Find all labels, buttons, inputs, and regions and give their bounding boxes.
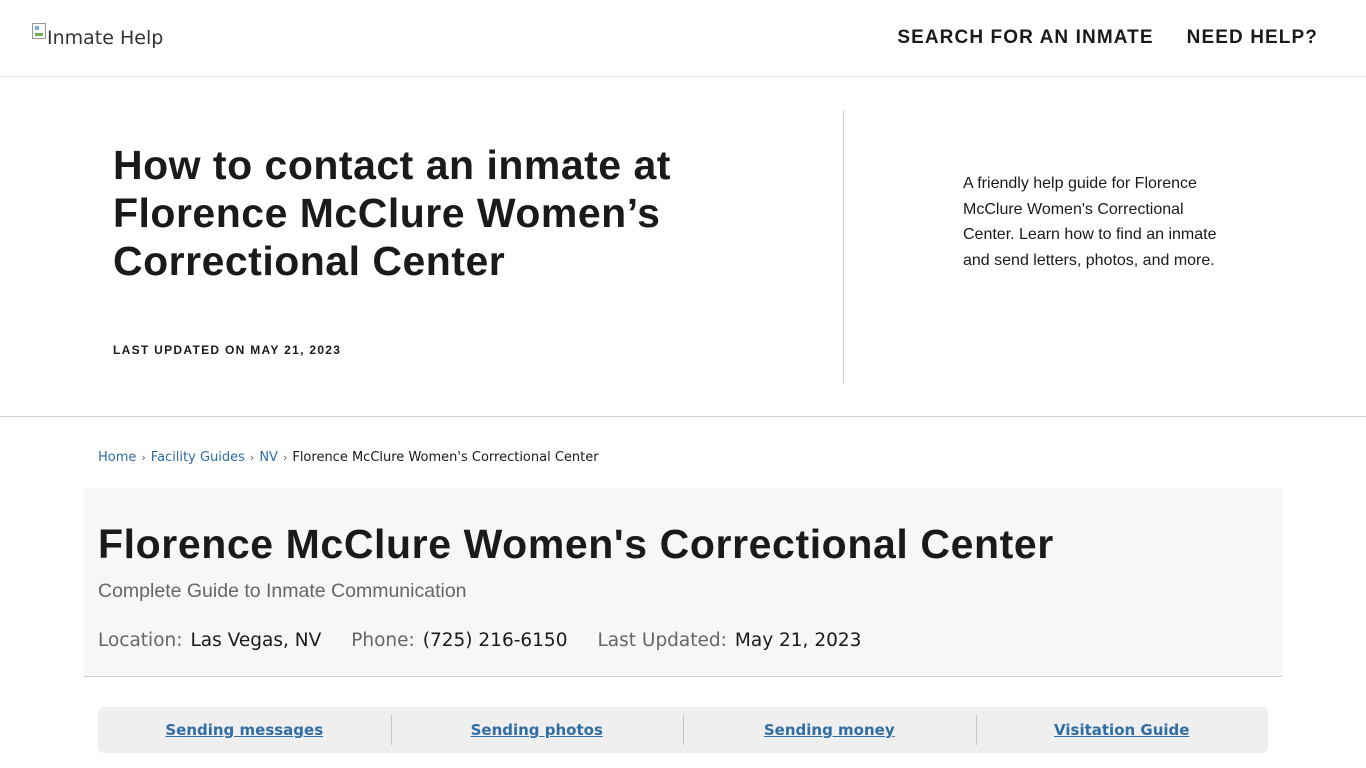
breadcrumb-separator: ›: [282, 451, 288, 464]
updated-label: Last Updated:: [597, 630, 727, 651]
tab-sending-money-link[interactable]: Sending money: [764, 721, 895, 739]
tab-sending-money: Sending money: [683, 707, 976, 753]
breadcrumb-facility-guides[interactable]: Facility Guides: [151, 450, 245, 465]
breadcrumb-nv[interactable]: NV: [259, 450, 278, 465]
facility-panel: Florence McClure Women's Correctional Ce…: [84, 488, 1282, 677]
nav-search-for-an-inmate[interactable]: SEARCH FOR AN INMATE: [897, 27, 1153, 49]
phone-value: (725) 216-6150: [422, 630, 568, 651]
tab-sending-photos-link[interactable]: Sending photos: [471, 721, 603, 739]
breadcrumb-home[interactable]: Home: [98, 450, 136, 465]
last-updated-label: LAST UPDATED ON MAY 21, 2023: [113, 343, 342, 357]
logo-alt-text: Inmate Help: [47, 27, 164, 49]
logo-link[interactable]: Inmate Help: [32, 22, 163, 49]
breadcrumb: Home › Facility Guides › NV › Florence M…: [98, 450, 599, 465]
facility-title: Florence McClure Women's Correctional Ce…: [98, 521, 1054, 567]
location-label: Location:: [98, 630, 183, 651]
location-value: Las Vegas, NV: [190, 630, 322, 651]
broken-image-icon: [32, 23, 46, 39]
hero-section: How to contact an inmate at Florence McC…: [0, 77, 1366, 417]
facility-meta: Location: Las Vegas, NV Phone: (725) 216…: [98, 630, 891, 651]
guide-tabs: Sending messages Sending photos Sending …: [98, 707, 1268, 753]
breadcrumb-separator: ›: [141, 451, 146, 464]
breadcrumb-separator: ›: [249, 451, 255, 464]
tab-visitation-guide-link[interactable]: Visitation Guide: [1054, 721, 1189, 739]
updated-value: May 21, 2023: [734, 630, 862, 651]
breadcrumb-current: Florence McClure Women's Correctional Ce…: [292, 450, 599, 465]
main-nav: SEARCH FOR AN INMATE NEED HELP?: [897, 27, 1318, 49]
tab-visitation-guide: Visitation Guide: [975, 707, 1269, 753]
phone-label: Phone:: [351, 630, 415, 651]
hero-description: A friendly help guide for Florence McClu…: [963, 175, 1217, 269]
tab-sending-photos: Sending photos: [390, 707, 684, 753]
tab-sending-messages-link[interactable]: Sending messages: [165, 721, 323, 739]
facility-subtitle: Complete Guide to Inmate Communication: [98, 580, 467, 602]
site-header: Inmate Help SEARCH FOR AN INMATE NEED HE…: [0, 0, 1366, 77]
nav-need-help[interactable]: NEED HELP?: [1187, 27, 1318, 49]
hero-divider: [843, 110, 844, 383]
page-title: How to contact an inmate at Florence McC…: [113, 142, 671, 284]
tab-sending-messages: Sending messages: [98, 707, 391, 753]
